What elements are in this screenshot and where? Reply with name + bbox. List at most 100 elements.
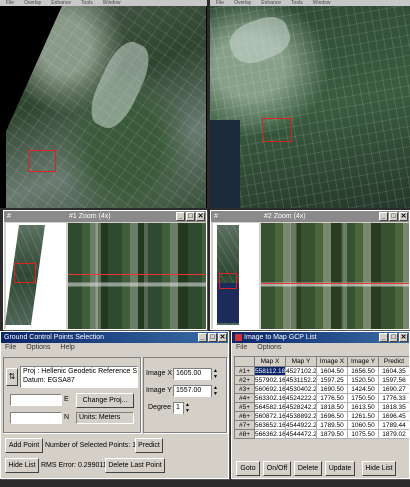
- delete-button[interactable]: Delete: [294, 461, 322, 476]
- table-cell[interactable]: 1597.56: [378, 375, 409, 385]
- zoom-window-right[interactable]: # #2 Zoom (4x) _ □ ✕: [210, 210, 410, 330]
- table-cell[interactable]: 4544472.2: [285, 429, 317, 439]
- table-cell[interactable]: 1075.50: [347, 429, 379, 439]
- goto-button[interactable]: Goto: [236, 461, 260, 476]
- table-cell[interactable]: 560872.16: [254, 411, 286, 421]
- table-cell[interactable]: 4530402.2: [285, 384, 317, 394]
- minimize-icon[interactable]: _: [379, 212, 388, 221]
- row-id[interactable]: #4+: [234, 393, 255, 403]
- column-header[interactable]: Map X: [254, 356, 286, 367]
- table-cell[interactable]: 1597.25: [316, 375, 348, 385]
- row-id[interactable]: #1+: [234, 366, 255, 376]
- table-row[interactable]: #3+ 560692.16 4530402.2 1690.50 1424.50 …: [234, 384, 409, 394]
- row-id[interactable]: #7+: [234, 420, 255, 430]
- table-cell[interactable]: 1656.50: [347, 366, 379, 376]
- table-cell[interactable]: 1696.45: [378, 411, 409, 421]
- table-row[interactable]: #5+ 564582.16 4528242.2 1818.50 1613.50 …: [234, 402, 409, 412]
- minimize-icon[interactable]: _: [198, 333, 207, 342]
- menu-options[interactable]: Options: [26, 343, 50, 353]
- overview-box-left[interactable]: [14, 263, 36, 283]
- swap-direction-button[interactable]: ⇅: [6, 368, 18, 386]
- table-cell[interactable]: 1750.50: [347, 393, 379, 403]
- row-id[interactable]: #6+: [234, 411, 255, 421]
- row-id[interactable]: #3+: [234, 384, 255, 394]
- change-proj-button[interactable]: Change Proj...: [76, 393, 134, 408]
- column-header[interactable]: Image Y: [347, 356, 379, 367]
- table-cell[interactable]: 557902.16: [254, 375, 286, 385]
- table-cell[interactable]: 4531152.2: [285, 375, 317, 385]
- table-cell[interactable]: 1789.50: [316, 420, 348, 430]
- table-cell[interactable]: 1424.50: [347, 384, 379, 394]
- table-cell[interactable]: 563652.16: [254, 420, 286, 430]
- overview-panel-left[interactable]: [4, 223, 66, 329]
- delete-last-point-button[interactable]: Delete Last Point: [105, 458, 165, 473]
- table-cell[interactable]: 1060.50: [347, 420, 379, 430]
- row-id[interactable]: #8+: [234, 429, 255, 439]
- zoom-left-titlebar[interactable]: # #1 Zoom (4x) _ □ ✕: [4, 211, 206, 222]
- table-cell[interactable]: 4544922.2: [285, 420, 317, 430]
- table-row[interactable]: #1+ 558112.18 4527102.2 1604.50 1656.50 …: [234, 366, 409, 376]
- on-off-button[interactable]: On/Off: [263, 461, 291, 476]
- table-cell[interactable]: 1520.50: [347, 375, 379, 385]
- table-cell[interactable]: 560692.16: [254, 384, 286, 394]
- easting-input[interactable]: [10, 394, 62, 406]
- add-point-button[interactable]: Add Point: [5, 438, 43, 453]
- column-header[interactable]: Image X: [316, 356, 348, 367]
- zoom-box-right[interactable]: [262, 118, 292, 142]
- maximize-icon[interactable]: □: [389, 212, 398, 221]
- viewer-right[interactable]: File Overlay Enhance Tools Window: [210, 0, 410, 208]
- menu-help[interactable]: Help: [60, 343, 74, 353]
- zoomed-image-left[interactable]: [68, 223, 206, 329]
- table-cell[interactable]: 1604.35: [378, 366, 409, 376]
- hide-list-button[interactable]: Hide List: [362, 461, 396, 476]
- table-row[interactable]: #6+ 560872.16 4538892.2 1696.50 1261.50 …: [234, 411, 409, 421]
- image-y-spinner[interactable]: ▲ ▼: [211, 385, 219, 397]
- table-cell[interactable]: 1879.02: [378, 429, 409, 439]
- zoom-window-left[interactable]: # #1 Zoom (4x) _ □ ✕: [3, 210, 207, 330]
- table-row[interactable]: #2+ 557902.16 4531152.2 1597.25 1520.50 …: [234, 375, 409, 385]
- viewer-left[interactable]: File Overlay Enhance Tools Window: [0, 0, 207, 208]
- overview-panel-right[interactable]: [213, 223, 259, 329]
- close-icon[interactable]: ✕: [218, 333, 227, 342]
- table-cell[interactable]: 1690.50: [316, 384, 348, 394]
- row-id[interactable]: #5+: [234, 402, 255, 412]
- table-cell[interactable]: 1696.50: [316, 411, 348, 421]
- northing-input[interactable]: [10, 412, 62, 424]
- image-x-spinner[interactable]: ▲ ▼: [211, 368, 219, 380]
- table-row[interactable]: #4+ 563302.16 4524222.2 1776.50 1750.50 …: [234, 393, 409, 403]
- gcp-list-titlebar[interactable]: Image to Map GCP List _ □ ✕: [232, 332, 409, 343]
- gcp-dialog-titlebar[interactable]: Ground Control Points Selection _ □ ✕: [1, 332, 228, 343]
- minimize-icon[interactable]: _: [379, 333, 388, 342]
- gcp-table[interactable]: Map X Map Y Image X Image Y Predict #1+ …: [234, 356, 409, 439]
- column-header[interactable]: Map Y: [285, 356, 317, 367]
- overview-box-right[interactable]: [219, 273, 237, 289]
- hide-list-button[interactable]: Hide List: [5, 458, 39, 473]
- table-cell[interactable]: 4528242.2: [285, 402, 317, 412]
- table-cell[interactable]: 4527102.2: [285, 366, 317, 376]
- maximize-icon[interactable]: □: [389, 333, 398, 342]
- table-cell[interactable]: 563302.16: [254, 393, 286, 403]
- zoom-right-titlebar[interactable]: # #2 Zoom (4x) _ □ ✕: [211, 211, 409, 222]
- table-row[interactable]: #7+ 563652.16 4544922.2 1789.50 1060.50 …: [234, 420, 409, 430]
- predict-button[interactable]: Predict: [135, 438, 163, 453]
- maximize-icon[interactable]: □: [208, 333, 217, 342]
- gcp-selection-dialog[interactable]: Ground Control Points Selection _ □ ✕ Fi…: [0, 331, 229, 479]
- table-cell[interactable]: 1690.27: [378, 384, 409, 394]
- close-icon[interactable]: ✕: [196, 212, 205, 221]
- zoomed-image-right[interactable]: [261, 223, 409, 329]
- table-cell[interactable]: 558112.18: [254, 366, 286, 376]
- table-cell[interactable]: 1776.33: [378, 393, 409, 403]
- table-row[interactable]: #8+ 566362.16 4544472.2 1879.50 1075.50 …: [234, 429, 409, 439]
- table-cell[interactable]: 1818.35: [378, 402, 409, 412]
- menu-file[interactable]: File: [5, 343, 16, 353]
- table-cell[interactable]: 4524222.2: [285, 393, 317, 403]
- zoom-box-left[interactable]: [28, 150, 56, 172]
- menu-options[interactable]: Options: [257, 343, 281, 353]
- table-cell[interactable]: 1261.50: [347, 411, 379, 421]
- column-header[interactable]: Predict: [378, 356, 409, 367]
- table-cell[interactable]: 564582.16: [254, 402, 286, 412]
- minimize-icon[interactable]: _: [176, 212, 185, 221]
- gcp-list-window[interactable]: Image to Map GCP List _ □ ✕ File Options…: [231, 331, 410, 479]
- table-cell[interactable]: 1613.50: [347, 402, 379, 412]
- menu-file[interactable]: File: [236, 343, 247, 353]
